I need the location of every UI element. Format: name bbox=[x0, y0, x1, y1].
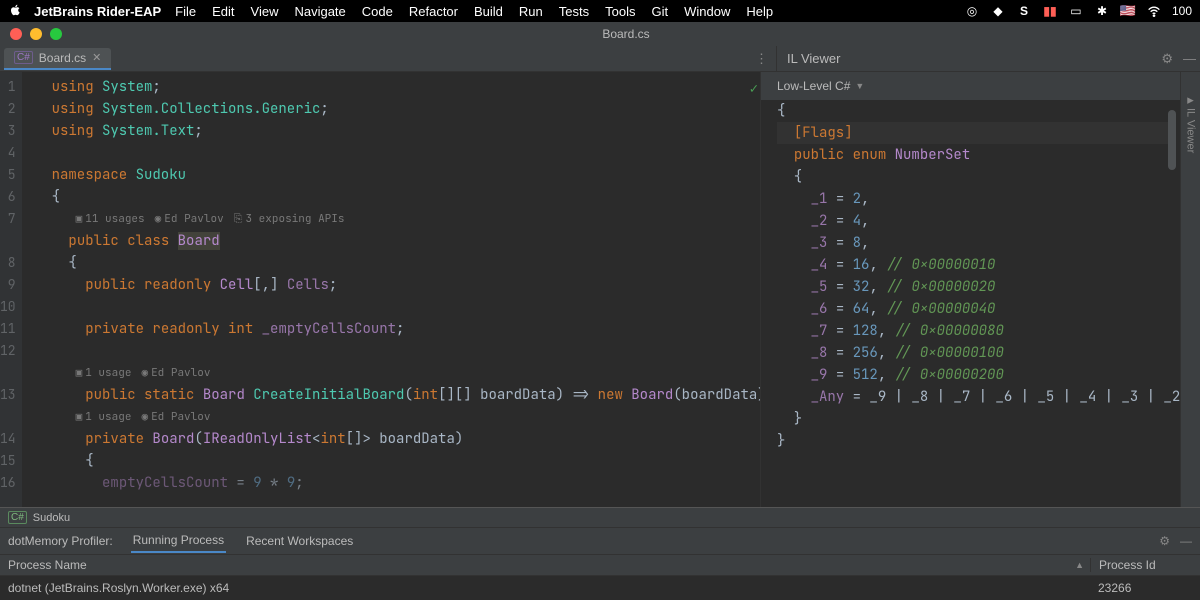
il-viewer-panel: Low-Level C#▼ { [Flags] public enum Numb… bbox=[760, 72, 1180, 507]
line-number: 9 bbox=[0, 274, 16, 296]
menu-file[interactable]: File bbox=[175, 4, 196, 19]
profiler-label: dotMemory Profiler: bbox=[8, 534, 113, 548]
line-number: 6 bbox=[0, 186, 16, 208]
window-titlebar: Board.cs bbox=[0, 22, 1200, 46]
tray-app-icon[interactable]: ◆ bbox=[990, 3, 1006, 19]
line-number: 12 bbox=[0, 340, 16, 384]
code-vision-hint[interactable]: ▣ 1 usage◉ Ed Pavlov bbox=[52, 362, 760, 384]
code-area[interactable]: ✓ using System; using System.Collections… bbox=[22, 72, 760, 507]
tray-battery[interactable]: 100 bbox=[1172, 4, 1192, 18]
menu-edit[interactable]: Edit bbox=[212, 4, 234, 19]
menu-view[interactable]: View bbox=[251, 4, 279, 19]
il-settings-icon[interactable]: ⚙ bbox=[1161, 51, 1173, 67]
menu-tools[interactable]: Tools bbox=[605, 4, 635, 19]
minimize-window-button[interactable] bbox=[30, 28, 42, 40]
line-number: 7 bbox=[0, 208, 16, 252]
menu-tests[interactable]: Tests bbox=[559, 4, 589, 19]
process-row[interactable]: dotnet (JetBrains.Roslyn.Worker.exe) x64… bbox=[0, 576, 1200, 600]
right-toolwindow-bar: ▸ IL Viewer bbox=[1180, 72, 1200, 507]
line-number: 8 bbox=[0, 252, 16, 274]
code-vision-hint[interactable]: ▣ 1 usage◉ Ed Pavlov bbox=[52, 406, 760, 428]
menu-navigate[interactable]: Navigate bbox=[294, 4, 345, 19]
col-process-id[interactable]: Process Id bbox=[1090, 558, 1200, 572]
csproj-icon: C# bbox=[8, 511, 27, 524]
il-viewer-title: IL Viewer bbox=[787, 51, 840, 66]
il-toolbar: Low-Level C#▼ bbox=[761, 72, 1180, 100]
line-number: 1 bbox=[0, 76, 16, 98]
line-number: 10 bbox=[0, 296, 16, 318]
line-number: 3 bbox=[0, 120, 16, 142]
breadcrumb-label[interactable]: Sudoku bbox=[33, 512, 70, 524]
line-number: 2 bbox=[0, 98, 16, 120]
tab-running-process[interactable]: Running Process bbox=[131, 529, 226, 553]
col-process-name[interactable]: Process Name▲ bbox=[0, 558, 1090, 572]
panel-hide-icon[interactable]: — bbox=[1180, 534, 1192, 548]
editor-pane: 1 2 3 4 5 6 7 8 9 10 11 12 13 14 15 16 ✓… bbox=[0, 72, 760, 507]
tray-display-icon[interactable]: ▭ bbox=[1068, 3, 1084, 19]
panel-settings-icon[interactable]: ⚙ bbox=[1159, 534, 1170, 548]
editor-tabbar: C# Board.cs ✕ ⋮ IL Viewer ⚙ — bbox=[0, 46, 1200, 72]
line-number: 16 bbox=[0, 472, 16, 494]
tab-board-cs[interactable]: C# Board.cs ✕ bbox=[4, 48, 111, 70]
tray-circle-icon[interactable]: ◎ bbox=[964, 3, 980, 19]
tray-flag-icon[interactable]: 🇺🇸 bbox=[1120, 3, 1136, 19]
menu-window[interactable]: Window bbox=[684, 4, 730, 19]
breadcrumb: C# Sudoku bbox=[0, 508, 1200, 528]
tab-recent-workspaces[interactable]: Recent Workspaces bbox=[244, 530, 355, 552]
il-viewer-header: IL Viewer ⚙ — bbox=[776, 46, 1196, 71]
close-window-button[interactable] bbox=[10, 28, 22, 40]
line-gutter: 1 2 3 4 5 6 7 8 9 10 11 12 13 14 15 16 bbox=[0, 72, 22, 507]
line-number: 13 bbox=[0, 384, 16, 428]
tray-s-icon[interactable]: S bbox=[1016, 3, 1032, 19]
process-table-header: Process Name▲ Process Id bbox=[0, 554, 1200, 576]
macos-menubar: JetBrains Rider-EAP File Edit View Navig… bbox=[0, 0, 1200, 22]
menu-help[interactable]: Help bbox=[746, 4, 773, 19]
il-code-area[interactable]: { [Flags] public enum NumberSet { _1 = 2… bbox=[761, 100, 1180, 507]
profiler-tabs: dotMemory Profiler: Running Process Rece… bbox=[0, 528, 1200, 554]
close-tab-icon[interactable]: ✕ bbox=[92, 51, 101, 64]
tab-label: Board.cs bbox=[39, 51, 86, 65]
line-number: 11 bbox=[0, 318, 16, 340]
line-number: 14 bbox=[0, 428, 16, 450]
il-scrollbar[interactable] bbox=[1168, 100, 1178, 507]
line-number: 15 bbox=[0, 450, 16, 472]
traffic-lights bbox=[10, 28, 62, 40]
filetype-badge: C# bbox=[14, 51, 33, 64]
apple-icon[interactable] bbox=[8, 3, 22, 20]
il-level-dropdown[interactable]: Low-Level C#▼ bbox=[769, 77, 872, 95]
il-viewer-toolwindow-tab[interactable]: IL Viewer bbox=[1185, 108, 1197, 153]
code-vision-hint[interactable]: ▣ 11 usages◉ Ed Pavlov⎘ 3 exposing APIs bbox=[52, 208, 760, 230]
tray-pause-icon[interactable]: ▮▮ bbox=[1042, 3, 1058, 19]
line-number: 4 bbox=[0, 142, 16, 164]
zoom-window-button[interactable] bbox=[50, 28, 62, 40]
bottom-panel: C# Sudoku dotMemory Profiler: Running Pr… bbox=[0, 507, 1200, 600]
tab-overflow-icon[interactable]: ⋮ bbox=[755, 51, 768, 67]
menu-run[interactable]: Run bbox=[519, 4, 543, 19]
il-minimize-icon[interactable]: — bbox=[1183, 51, 1196, 67]
line-number: 5 bbox=[0, 164, 16, 186]
inspection-ok-icon[interactable]: ✓ bbox=[750, 78, 758, 100]
menu-git[interactable]: Git bbox=[651, 4, 668, 19]
menu-build[interactable]: Build bbox=[474, 4, 503, 19]
process-id-cell: 23266 bbox=[1090, 581, 1200, 595]
app-name: JetBrains Rider-EAP bbox=[34, 4, 161, 19]
tray-wifi-icon[interactable] bbox=[1146, 3, 1162, 19]
window-title: Board.cs bbox=[62, 27, 1190, 41]
toolwindow-toggle-icon[interactable]: ▸ bbox=[1187, 92, 1194, 108]
menu-refactor[interactable]: Refactor bbox=[409, 4, 458, 19]
process-name-cell: dotnet (JetBrains.Roslyn.Worker.exe) x64 bbox=[0, 581, 1090, 595]
menu-code[interactable]: Code bbox=[362, 4, 393, 19]
main-split: 1 2 3 4 5 6 7 8 9 10 11 12 13 14 15 16 ✓… bbox=[0, 72, 1200, 507]
tray-bluetooth-icon[interactable]: ✱ bbox=[1094, 3, 1110, 19]
